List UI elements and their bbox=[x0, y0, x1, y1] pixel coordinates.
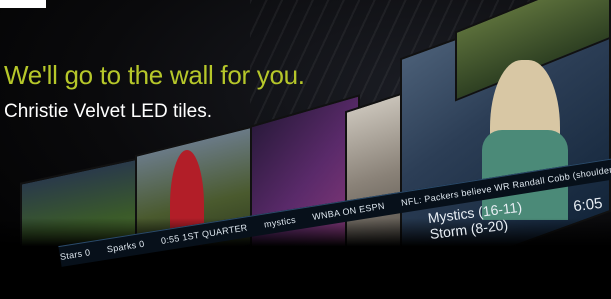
game-clock: 6:05 bbox=[572, 194, 604, 216]
subheadline: Christie Velvet LED tiles. bbox=[4, 101, 213, 122]
ticker-item: mystics bbox=[263, 214, 297, 230]
ticker-item: Sparks 0 bbox=[106, 238, 146, 255]
headline: We'll go to the wall for you. bbox=[4, 60, 305, 90]
ticker-item: Stars 0 bbox=[59, 247, 92, 262]
promo-banner: Stars 0 Sparks 0 0:55 1ST QUARTER mystic… bbox=[0, 0, 611, 299]
